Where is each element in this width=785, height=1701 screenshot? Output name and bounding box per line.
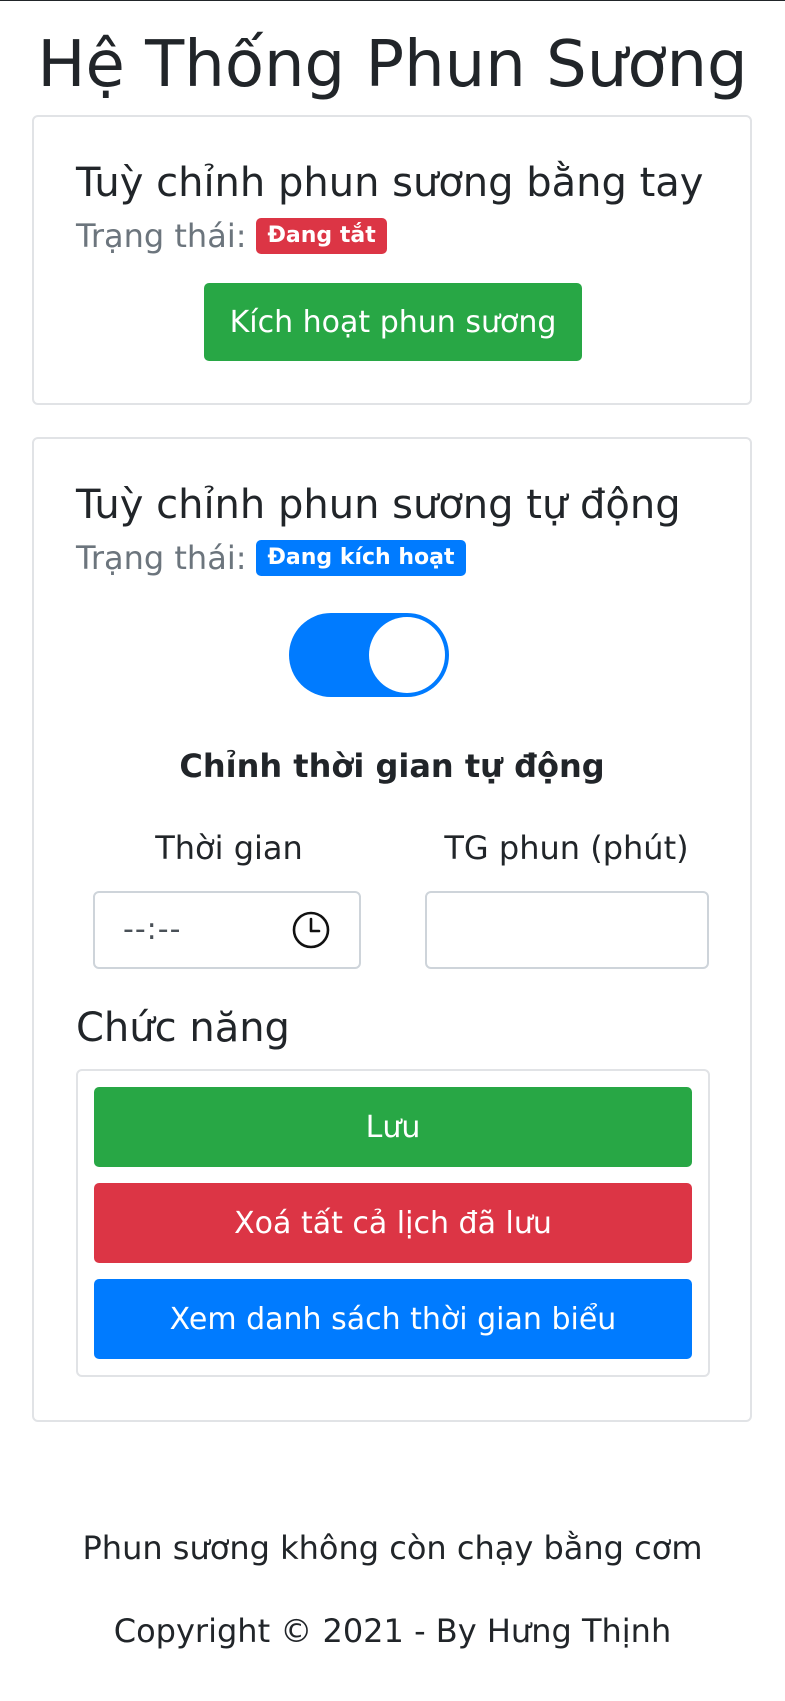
auto-status-badge: Đang kích hoạt [256,540,466,576]
time-input-placeholder: --:-- [123,912,182,947]
auto-mode-toggle[interactable] [289,613,449,697]
manual-mist-card: Tuỳ chỉnh phun sương bằng tay Trạng thái… [32,115,752,405]
auto-card-heading: Tuỳ chỉnh phun sương tự động [76,482,681,528]
duration-input[interactable] [425,891,709,969]
footer-tagline: Phun sương không còn chạy bằng cơm [82,1529,703,1567]
save-button[interactable]: Lưu [94,1087,692,1167]
auto-mist-card: Tuỳ chỉnh phun sương tự động Trạng thái:… [32,437,752,1422]
footer-copyright: Copyright © 2021 - By Hưng Thịnh [113,1612,672,1650]
functions-heading: Chức năng [76,1005,290,1051]
clear-schedules-button[interactable]: Xoá tất cả lịch đã lưu [94,1183,692,1263]
manual-status-line: Trạng thái: Đang tắt [76,217,387,255]
clock-icon[interactable] [291,910,331,950]
manual-status-badge: Đang tắt [256,218,387,254]
auto-status-label: Trạng thái: [76,539,247,577]
duration-label: TG phun (phút) [444,829,689,867]
page-title: Hệ Thống Phun Sương [37,28,748,102]
activate-mist-button[interactable]: Kích hoạt phun sương [204,283,582,361]
view-schedule-button[interactable]: Xem danh sách thời gian biểu [94,1279,692,1359]
manual-status-label: Trạng thái: [76,217,247,255]
toggle-knob [369,617,445,693]
schedule-heading: Chỉnh thời gian tự động [179,747,605,785]
manual-card-heading: Tuỳ chỉnh phun sương bằng tay [76,160,704,206]
time-label: Thời gian [155,829,303,867]
time-input[interactable]: --:-- [93,891,361,969]
functions-panel: Lưu Xoá tất cả lịch đã lưu Xem danh sách… [76,1069,710,1377]
auto-status-line: Trạng thái: Đang kích hoạt [76,539,466,577]
